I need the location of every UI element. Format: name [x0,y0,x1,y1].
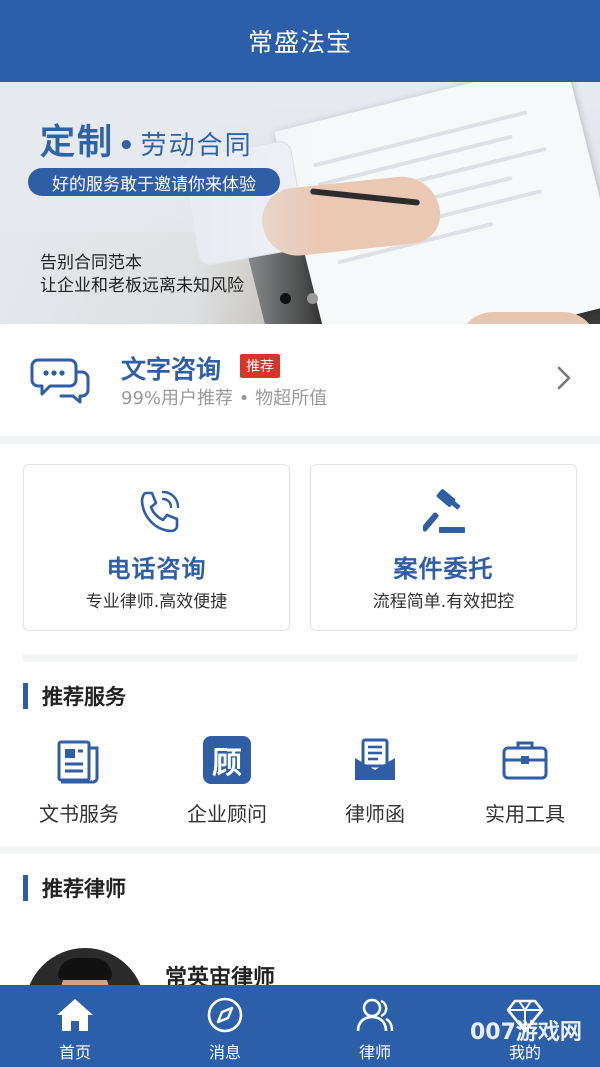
text-consult-row[interactable]: 文字咨询 推荐 99%用户推荐 • 物超所值 [0,324,600,436]
phone-consult-title: 电话咨询 [106,555,207,583]
banner-note: 让企业和老板远离未知风险 [40,276,244,296]
toolbox-icon [502,741,548,780]
service-label: 文书服务 [39,802,119,826]
tab-label: 律师 [358,1043,391,1062]
case-entrust-subtitle: 流程简单.有效把控 [372,592,515,612]
phone-consult-card[interactable]: 电话咨询 专业律师.高效便捷 [23,464,290,631]
banner-note: 告别合同范本 [40,253,142,273]
phone-consult-subtitle: 专业律师.高效便捷 [85,592,228,612]
case-entrust-title: 案件委托 [393,555,494,583]
section-divider [0,436,600,444]
service-label: 企业顾问 [187,802,267,826]
chat-bubbles-icon [30,358,90,404]
banner-pill: 好的服务敢于邀请你来体验 [28,168,280,196]
services-section-title: 推荐服务 [42,685,126,709]
text-consult-title: 文字咨询 [121,355,222,384]
service-tools[interactable]: 实用工具 [468,736,578,832]
promo-banner[interactable]: 定制 • 劳动合同 好的服务敢于邀请你来体验 告别合同范本 让企业和老板远离未知风险 [0,82,600,324]
text-consult-subtitle: 99%用户推荐 • 物超所值 [121,388,328,409]
service-letter[interactable]: 律师函 [318,736,428,832]
service-advisor[interactable]: 顾 企业顾问 [170,736,280,832]
services-section-header: 推荐服务 [23,682,126,710]
carousel-dot-active[interactable] [280,293,291,304]
carousel-indicator[interactable] [280,293,318,304]
tab-messages[interactable]: 消息 [150,985,300,1067]
gavel-icon [423,489,465,533]
lawyers-section-title: 推荐律师 [42,877,126,901]
compass-icon [207,997,243,1033]
section-divider [23,654,577,662]
carousel-dot[interactable] [307,293,318,304]
tab-home[interactable]: 首页 [0,985,150,1067]
app-title: 常盛法宝 [247,28,352,57]
letter-icon [355,738,395,780]
service-label: 实用工具 [485,802,565,826]
chevron-right-icon[interactable] [552,364,576,392]
tab-label: 首页 [58,1043,91,1062]
service-label: 律师函 [345,802,405,826]
document-icon [57,740,99,784]
home-icon [57,999,93,1031]
recommend-badge: 推荐 [240,354,280,378]
tab-label: 消息 [208,1043,241,1062]
app-title-bar: 常盛法宝 [0,0,600,82]
phone-icon [140,490,180,533]
tab-lawyers[interactable]: 律师 [300,985,450,1067]
advisor-icon: 顾 [203,736,251,784]
lawyers-section-header: 推荐律师 [23,874,126,902]
case-entrust-card[interactable]: 案件委托 流程简单.有效把控 [310,464,577,631]
banner-title: 定制 • 劳动合同 [40,123,253,163]
site-watermark: 007游戏网 [470,1020,582,1045]
service-document[interactable]: 文书服务 [22,736,132,832]
section-divider [0,846,600,854]
lawyer-icon [356,998,394,1032]
